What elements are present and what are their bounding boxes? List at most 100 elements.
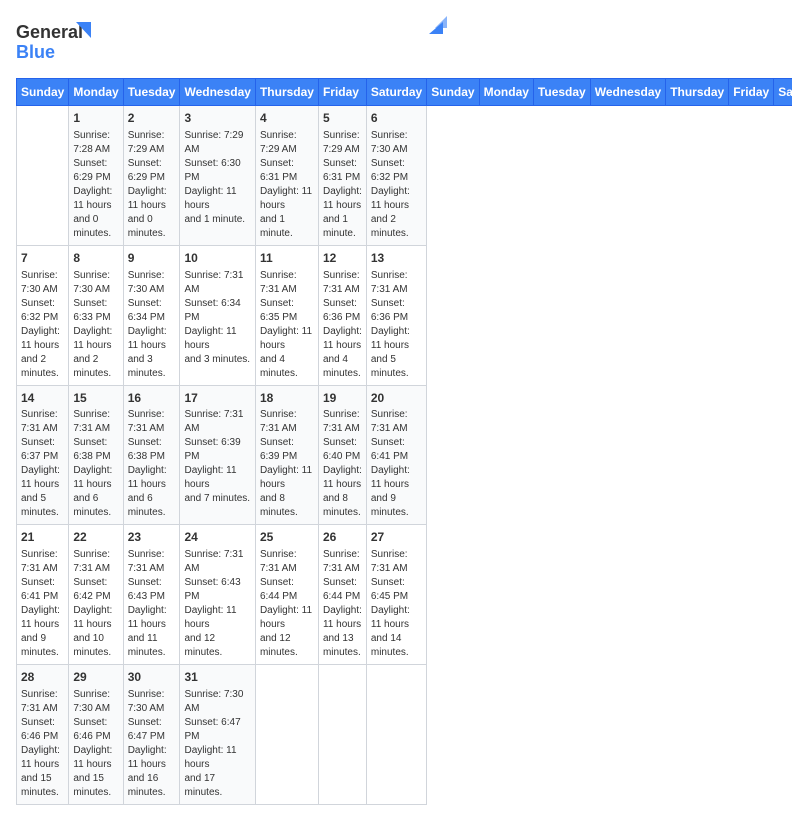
weekday-header-wednesday: Wednesday — [180, 79, 255, 106]
day-number: 16 — [128, 390, 176, 407]
weekday-header-tuesday: Tuesday — [123, 79, 180, 106]
day-info: Sunrise: 7:31 AM Sunset: 6:39 PM Dayligh… — [260, 408, 314, 520]
calendar-cell: 29Sunrise: 7:30 AM Sunset: 6:46 PM Dayli… — [69, 665, 123, 805]
calendar-cell — [318, 665, 366, 805]
day-info: Sunrise: 7:31 AM Sunset: 6:41 PM Dayligh… — [371, 408, 422, 520]
calendar-cell: 23 Sunrise: 7:31 AM Sunset: 6:43 PM Dayli… — [123, 525, 180, 665]
page-header: GeneralBlue — [16, 16, 776, 66]
day-info: Sunrise: 7:30 AM Sunset: 6:32 PM Dayligh… — [371, 129, 422, 241]
day-info: Sunrise: 7:31 AM Sunset: 6:39 PM Dayligh… — [184, 408, 250, 506]
day-number: 30 — [128, 669, 176, 686]
weekday-header-saturday: Saturday — [774, 79, 792, 106]
day-number: 20 — [371, 390, 422, 407]
calendar-cell: 17Sunrise: 7:31 AM Sunset: 6:39 PM Dayli… — [180, 385, 255, 525]
calendar-cell: 12Sunrise: 7:31 AM Sunset: 6:36 PM Dayli… — [318, 245, 366, 385]
day-number: 3 — [184, 110, 250, 127]
calendar-cell — [366, 665, 426, 805]
calendar-cell: 16Sunrise: 7:31 AM Sunset: 6:38 PM Dayli… — [123, 385, 180, 525]
day-info: Sunrise: 7:31 AM Sunset: 6:43 PM Dayligh… — [128, 548, 176, 660]
weekday-header-thursday: Thursday — [255, 79, 318, 106]
logo: GeneralBlue — [16, 16, 96, 66]
weekday-header-sunday: Sunday — [17, 79, 69, 106]
day-info: Sunrise: 7:30 AM Sunset: 6:47 PM Dayligh… — [184, 688, 250, 800]
calendar-cell: 3Sunrise: 7:29 AM Sunset: 6:30 PM Daylig… — [180, 106, 255, 246]
weekday-header-monday: Monday — [69, 79, 123, 106]
calendar-cell: 22 Sunrise: 7:31 AM Sunset: 6:42 PM Dayli… — [69, 525, 123, 665]
day-info: Sunrise: 7:31 AM Sunset: 6:35 PM Dayligh… — [260, 269, 314, 381]
calendar-cell: 13 Sunrise: 7:31 AM Sunset: 6:36 PM Dayli… — [366, 245, 426, 385]
day-number: 5 — [323, 110, 362, 127]
calendar-header-row: SundayMondayTuesdayWednesdayThursdayFrid… — [17, 79, 792, 106]
day-number: 31 — [184, 669, 250, 686]
calendar-cell: 14Sunrise: 7:31 AM Sunset: 6:37 PM Dayli… — [17, 385, 69, 525]
day-number: 22 — [73, 529, 118, 546]
weekday-header-thursday: Thursday — [666, 79, 729, 106]
calendar-cell — [255, 665, 318, 805]
day-number: 14 — [21, 390, 64, 407]
calendar-table: SundayMondayTuesdayWednesdayThursdayFrid… — [16, 78, 792, 805]
calendar-cell: 30 Sunrise: 7:30 AM Sunset: 6:47 PM Dayli… — [123, 665, 180, 805]
day-info: Sunrise: 7:31 AM Sunset: 6:37 PM Dayligh… — [21, 408, 64, 520]
calendar-cell: 10 Sunrise: 7:31 AM Sunset: 6:34 PM Dayli… — [180, 245, 255, 385]
day-info: Sunrise: 7:31 AM Sunset: 6:36 PM Dayligh… — [371, 269, 422, 381]
calendar-cell: 18Sunrise: 7:31 AM Sunset: 6:39 PM Dayli… — [255, 385, 318, 525]
day-info: Sunrise: 7:31 AM Sunset: 6:44 PM Dayligh… — [323, 548, 362, 660]
weekday-header-friday: Friday — [318, 79, 366, 106]
day-number: 10 — [184, 250, 250, 267]
calendar-cell: 21Sunrise: 7:31 AM Sunset: 6:41 PM Dayli… — [17, 525, 69, 665]
day-info: Sunrise: 7:31 AM Sunset: 6:43 PM Dayligh… — [184, 548, 250, 660]
calendar-cell: 1Sunrise: 7:28 AM Sunset: 6:29 PM Daylig… — [69, 106, 123, 246]
day-info: Sunrise: 7:31 AM Sunset: 6:46 PM Dayligh… — [21, 688, 64, 800]
calendar-cell: 20Sunrise: 7:31 AM Sunset: 6:41 PM Dayli… — [366, 385, 426, 525]
logo-triangle-icon — [425, 16, 447, 38]
day-number: 28 — [21, 669, 64, 686]
calendar-week-row: 14Sunrise: 7:31 AM Sunset: 6:37 PM Dayli… — [17, 385, 792, 525]
calendar-cell: 7Sunrise: 7:30 AM Sunset: 6:32 PM Daylig… — [17, 245, 69, 385]
day-number: 25 — [260, 529, 314, 546]
day-info: Sunrise: 7:30 AM Sunset: 6:47 PM Dayligh… — [128, 688, 176, 800]
calendar-cell: 27Sunrise: 7:31 AM Sunset: 6:45 PM Dayli… — [366, 525, 426, 665]
day-info: Sunrise: 7:30 AM Sunset: 6:34 PM Dayligh… — [128, 269, 176, 381]
day-number: 4 — [260, 110, 314, 127]
day-info: Sunrise: 7:30 AM Sunset: 6:33 PM Dayligh… — [73, 269, 118, 381]
day-info: Sunrise: 7:31 AM Sunset: 6:45 PM Dayligh… — [371, 548, 422, 660]
calendar-cell: 8Sunrise: 7:30 AM Sunset: 6:33 PM Daylig… — [69, 245, 123, 385]
calendar-cell: 19Sunrise: 7:31 AM Sunset: 6:40 PM Dayli… — [318, 385, 366, 525]
day-info: Sunrise: 7:30 AM Sunset: 6:32 PM Dayligh… — [21, 269, 64, 381]
calendar-cell: 11 Sunrise: 7:31 AM Sunset: 6:35 PM Dayli… — [255, 245, 318, 385]
weekday-header-friday: Friday — [729, 79, 774, 106]
calendar-cell: 26 Sunrise: 7:31 AM Sunset: 6:44 PM Dayli… — [318, 525, 366, 665]
day-number: 18 — [260, 390, 314, 407]
calendar-cell: 15Sunrise: 7:31 AM Sunset: 6:38 PM Dayli… — [69, 385, 123, 525]
day-info: Sunrise: 7:31 AM Sunset: 6:44 PM Dayligh… — [260, 548, 314, 660]
day-number: 13 — [371, 250, 422, 267]
calendar-week-row: 1Sunrise: 7:28 AM Sunset: 6:29 PM Daylig… — [17, 106, 792, 246]
day-number: 6 — [371, 110, 422, 127]
calendar-cell: 24Sunrise: 7:31 AM Sunset: 6:43 PM Dayli… — [180, 525, 255, 665]
weekday-header-tuesday: Tuesday — [533, 79, 590, 106]
day-info: Sunrise: 7:29 AM Sunset: 6:31 PM Dayligh… — [260, 129, 314, 241]
day-info: Sunrise: 7:31 AM Sunset: 6:38 PM Dayligh… — [73, 408, 118, 520]
day-number: 26 — [323, 529, 362, 546]
logo-blue-text — [423, 16, 449, 36]
day-info: Sunrise: 7:31 AM Sunset: 6:42 PM Dayligh… — [73, 548, 118, 660]
day-number: 19 — [323, 390, 362, 407]
day-number: 12 — [323, 250, 362, 267]
calendar-cell — [17, 106, 69, 246]
logo-svg: GeneralBlue — [16, 16, 96, 66]
day-info: Sunrise: 7:31 AM Sunset: 6:40 PM Dayligh… — [323, 408, 362, 520]
day-info: Sunrise: 7:28 AM Sunset: 6:29 PM Dayligh… — [73, 129, 118, 241]
weekday-header-saturday: Saturday — [366, 79, 426, 106]
calendar-cell: 9Sunrise: 7:30 AM Sunset: 6:34 PM Daylig… — [123, 245, 180, 385]
day-number: 11 — [260, 250, 314, 267]
svg-text:General: General — [16, 22, 83, 42]
day-number: 17 — [184, 390, 250, 407]
weekday-header-monday: Monday — [479, 79, 533, 106]
day-number: 23 — [128, 529, 176, 546]
day-info: Sunrise: 7:31 AM Sunset: 6:38 PM Dayligh… — [128, 408, 176, 520]
day-info: Sunrise: 7:30 AM Sunset: 6:46 PM Dayligh… — [73, 688, 118, 800]
calendar-cell: 6 Sunrise: 7:30 AM Sunset: 6:32 PM Daylig… — [366, 106, 426, 246]
day-info: Sunrise: 7:31 AM Sunset: 6:34 PM Dayligh… — [184, 269, 250, 367]
calendar-cell: 2Sunrise: 7:29 AM Sunset: 6:29 PM Daylig… — [123, 106, 180, 246]
day-number: 15 — [73, 390, 118, 407]
